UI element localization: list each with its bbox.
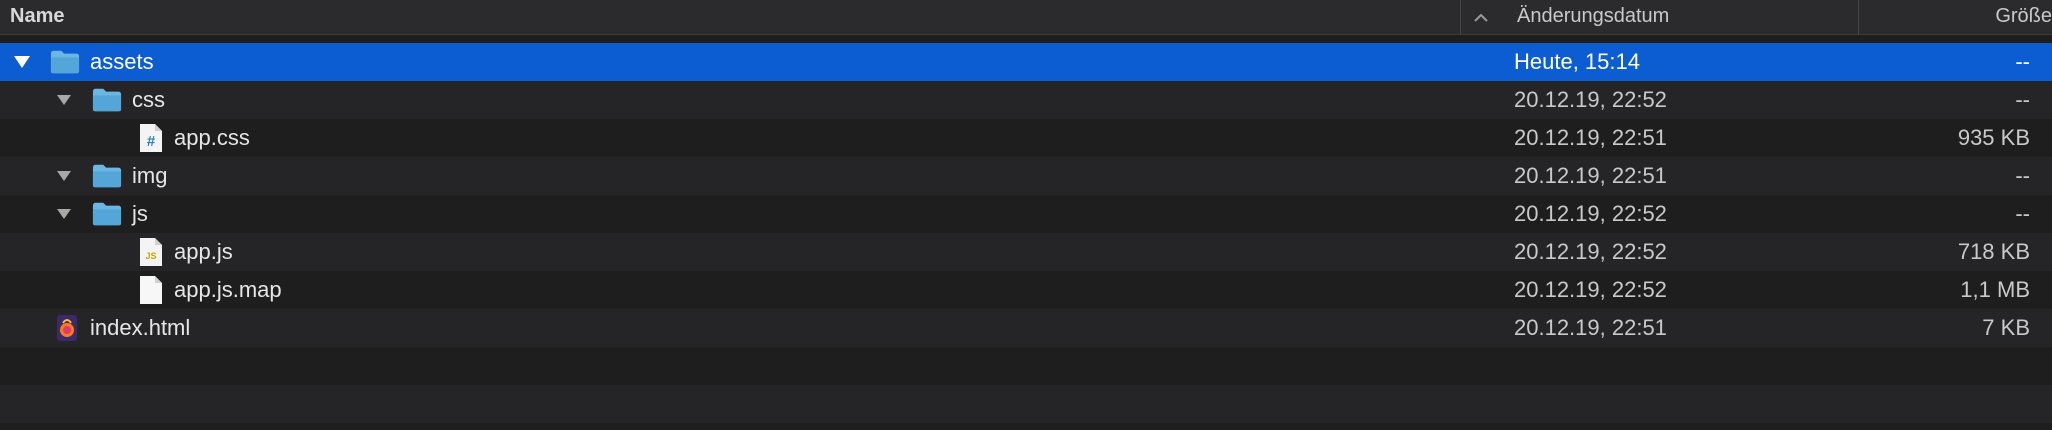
folder-icon bbox=[92, 162, 122, 190]
list-item-img[interactable]: img 20.12.19, 22:51 -- bbox=[0, 157, 2052, 195]
disclosure-expanded-icon[interactable] bbox=[52, 195, 76, 233]
folder-icon bbox=[92, 200, 122, 228]
disclosure-expanded-icon[interactable] bbox=[10, 43, 34, 81]
column-header: Name Änderungsdatum Größe bbox=[0, 0, 2052, 35]
empty-row bbox=[0, 385, 2052, 423]
modified-date: 20.12.19, 22:52 bbox=[1514, 239, 1667, 264]
css-file-icon: # bbox=[136, 124, 166, 152]
modified-date: Heute, 15:14 bbox=[1514, 49, 1640, 74]
file-name: js bbox=[132, 201, 148, 226]
file-size: 935 KB bbox=[1957, 125, 2030, 150]
file-size: 718 KB bbox=[1957, 239, 2030, 264]
modified-date: 20.12.19, 22:51 bbox=[1514, 315, 1667, 340]
svg-text:#: # bbox=[147, 133, 156, 150]
file-size: 1,1 MB bbox=[1960, 277, 2030, 302]
modified-date: 20.12.19, 22:51 bbox=[1514, 163, 1667, 188]
empty-row bbox=[0, 347, 2052, 385]
file-name: app.css bbox=[174, 125, 250, 150]
file-name: app.js.map bbox=[174, 277, 282, 302]
column-size-header[interactable]: Größe bbox=[1858, 0, 2052, 35]
folder-icon bbox=[50, 48, 80, 76]
file-name: css bbox=[132, 87, 165, 112]
js-file-icon: JS bbox=[136, 238, 166, 266]
list-item-index-html[interactable]: index.html 20.12.19, 22:51 7 KB bbox=[0, 309, 2052, 347]
list-item-app-css[interactable]: # app.css 20.12.19, 22:51 935 KB bbox=[0, 119, 2052, 157]
list-item-app-js-map[interactable]: app.js.map 20.12.19, 22:52 1,1 MB bbox=[0, 271, 2052, 309]
modified-date: 20.12.19, 22:52 bbox=[1514, 277, 1667, 302]
list-item-app-js[interactable]: JS app.js 20.12.19, 22:52 718 KB bbox=[0, 233, 2052, 271]
file-name: app.js bbox=[174, 239, 233, 264]
svg-text:JS: JS bbox=[145, 251, 156, 261]
column-name-header[interactable]: Name bbox=[0, 0, 1460, 35]
modified-date: 20.12.19, 22:52 bbox=[1514, 87, 1667, 112]
file-size: -- bbox=[2015, 163, 2030, 188]
file-size: -- bbox=[2015, 49, 2030, 74]
file-name: assets bbox=[90, 49, 154, 74]
file-size: -- bbox=[2015, 87, 2030, 112]
modified-date: 20.12.19, 22:52 bbox=[1514, 201, 1667, 226]
disclosure-expanded-icon[interactable] bbox=[52, 157, 76, 195]
file-size: 7 KB bbox=[1982, 315, 2030, 340]
list-item-js[interactable]: js 20.12.19, 22:52 -- bbox=[0, 195, 2052, 233]
list-item-css[interactable]: css 20.12.19, 22:52 -- bbox=[0, 81, 2052, 119]
finder-list-view: Name Änderungsdatum Größe assets Heute, … bbox=[0, 0, 2052, 430]
list-item-assets[interactable]: assets Heute, 15:14 -- bbox=[0, 43, 2052, 81]
file-name: img bbox=[132, 163, 168, 188]
file-size: -- bbox=[2015, 201, 2030, 226]
modified-date: 20.12.19, 22:51 bbox=[1514, 125, 1667, 150]
file-name: index.html bbox=[90, 315, 191, 340]
column-date-header[interactable]: Änderungsdatum bbox=[1460, 0, 1858, 35]
file-icon bbox=[136, 276, 166, 304]
file-list: assets Heute, 15:14 -- css 20.12.19, 22:… bbox=[0, 43, 2052, 423]
folder-icon bbox=[92, 86, 122, 114]
disclosure-expanded-icon[interactable] bbox=[52, 81, 76, 119]
html-file-icon bbox=[52, 314, 82, 342]
